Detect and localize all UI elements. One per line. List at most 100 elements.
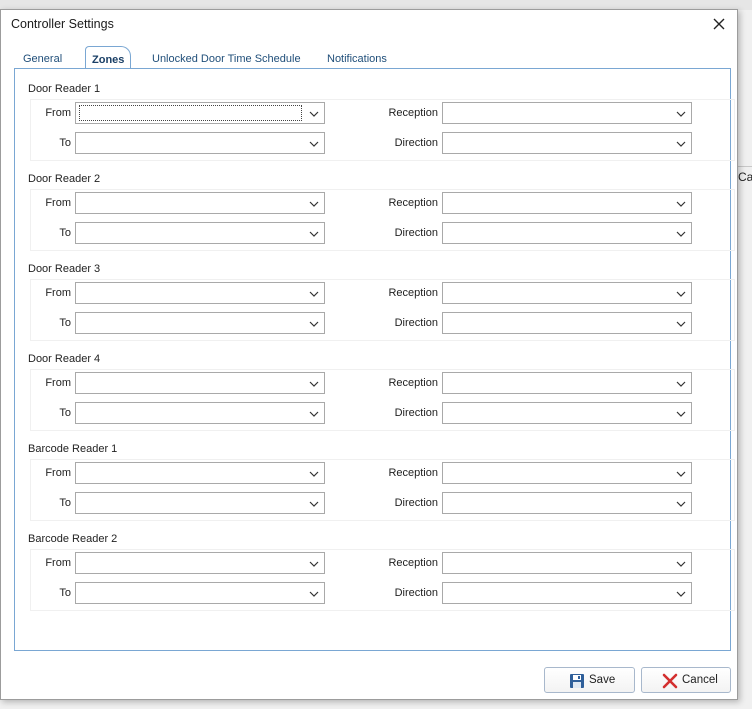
to-dropdown[interactable] [75, 402, 325, 424]
tab-unlocked-door-time-schedule[interactable]: Unlocked Door Time Schedule [152, 48, 301, 70]
zone-group-door-reader-1: Door Reader 1 From To Reception Direction [28, 79, 735, 161]
chevron-down-icon [676, 471, 686, 477]
to-label: To [59, 497, 71, 509]
group-title: Barcode Reader 1 [28, 443, 118, 455]
chevron-down-icon [676, 231, 686, 237]
to-value [80, 136, 302, 150]
dialog-title: Controller Settings [11, 17, 114, 31]
zone-group-door-reader-2: Door Reader 2 From To Reception Direction [28, 169, 735, 251]
cancel-icon [662, 673, 678, 689]
from-label: From [45, 107, 71, 119]
group-title: Door Reader 3 [28, 263, 101, 275]
reception-dropdown[interactable] [442, 552, 692, 574]
to-label: To [59, 227, 71, 239]
chevron-down-icon [676, 321, 686, 327]
background-divider [738, 166, 752, 167]
tab-notifications[interactable]: Notifications [327, 48, 387, 70]
to-value [80, 226, 302, 240]
from-value [80, 556, 302, 570]
direction-value [447, 406, 669, 420]
chevron-down-icon [309, 111, 319, 117]
dialog-titlebar: Controller Settings [1, 10, 737, 38]
direction-dropdown[interactable] [442, 492, 692, 514]
direction-label: Direction [394, 587, 438, 599]
reception-value [447, 196, 669, 210]
chevron-down-icon [676, 501, 686, 507]
to-dropdown[interactable] [75, 222, 325, 244]
cancel-button-label: Cancel [682, 674, 718, 686]
zone-group-barcode-reader-2: Barcode Reader 2 From To Reception Direction [28, 529, 735, 611]
from-dropdown[interactable] [75, 102, 325, 124]
chevron-down-icon [676, 141, 686, 147]
reception-label: Reception [388, 197, 438, 209]
to-label: To [59, 317, 71, 329]
from-dropdown[interactable] [75, 372, 325, 394]
chevron-down-icon [676, 201, 686, 207]
direction-label: Direction [394, 407, 438, 419]
from-label: From [45, 287, 71, 299]
close-icon [713, 18, 725, 30]
to-dropdown[interactable] [75, 582, 325, 604]
to-label: To [59, 137, 71, 149]
reception-value [447, 556, 669, 570]
reception-value [447, 376, 669, 390]
reception-dropdown[interactable] [442, 282, 692, 304]
direction-dropdown[interactable] [442, 132, 692, 154]
chevron-down-icon [309, 411, 319, 417]
from-value [80, 376, 302, 390]
from-dropdown[interactable] [75, 462, 325, 484]
to-value [80, 586, 302, 600]
from-value [79, 105, 302, 121]
chevron-down-icon [309, 201, 319, 207]
from-dropdown[interactable] [75, 552, 325, 574]
direction-value [447, 586, 669, 600]
tab-zones[interactable]: Zones [85, 46, 132, 70]
direction-value [447, 136, 669, 150]
to-dropdown[interactable] [75, 492, 325, 514]
direction-dropdown[interactable] [442, 312, 692, 334]
group-title: Door Reader 1 [28, 83, 101, 95]
reception-label: Reception [388, 557, 438, 569]
close-button[interactable] [709, 14, 729, 34]
from-dropdown[interactable] [75, 282, 325, 304]
save-button-label: Save [589, 674, 616, 686]
reception-dropdown[interactable] [442, 192, 692, 214]
from-label: From [45, 377, 71, 389]
chevron-down-icon [309, 141, 319, 147]
zone-group-door-reader-4: Door Reader 4 From To Reception Direction [28, 349, 735, 431]
reception-dropdown[interactable] [442, 372, 692, 394]
from-dropdown[interactable] [75, 192, 325, 214]
from-label: From [45, 467, 71, 479]
chevron-down-icon [309, 321, 319, 327]
chevron-down-icon [676, 561, 686, 567]
tab-general[interactable]: General [23, 48, 62, 70]
direction-dropdown[interactable] [442, 402, 692, 424]
from-label: From [45, 197, 71, 209]
to-dropdown[interactable] [75, 132, 325, 154]
reception-dropdown[interactable] [442, 462, 692, 484]
from-value [80, 196, 302, 210]
chevron-down-icon [309, 561, 319, 567]
reception-dropdown[interactable] [442, 102, 692, 124]
cancel-button[interactable]: Cancel [641, 667, 731, 693]
to-value [80, 406, 302, 420]
direction-label: Direction [394, 497, 438, 509]
save-icon [570, 674, 584, 688]
direction-value [447, 316, 669, 330]
save-button[interactable]: Save [544, 667, 635, 693]
to-dropdown[interactable] [75, 312, 325, 334]
group-title: Barcode Reader 2 [28, 533, 118, 545]
direction-dropdown[interactable] [442, 222, 692, 244]
reception-label: Reception [388, 287, 438, 299]
reception-label: Reception [388, 107, 438, 119]
background-window-text: Ca [738, 170, 752, 184]
direction-dropdown[interactable] [442, 582, 692, 604]
chevron-down-icon [309, 501, 319, 507]
group-title: Door Reader 4 [28, 353, 101, 365]
to-value [80, 496, 302, 510]
direction-label: Direction [394, 317, 438, 329]
reception-label: Reception [388, 377, 438, 389]
chevron-down-icon [309, 231, 319, 237]
chevron-down-icon [676, 111, 686, 117]
from-label: From [45, 557, 71, 569]
